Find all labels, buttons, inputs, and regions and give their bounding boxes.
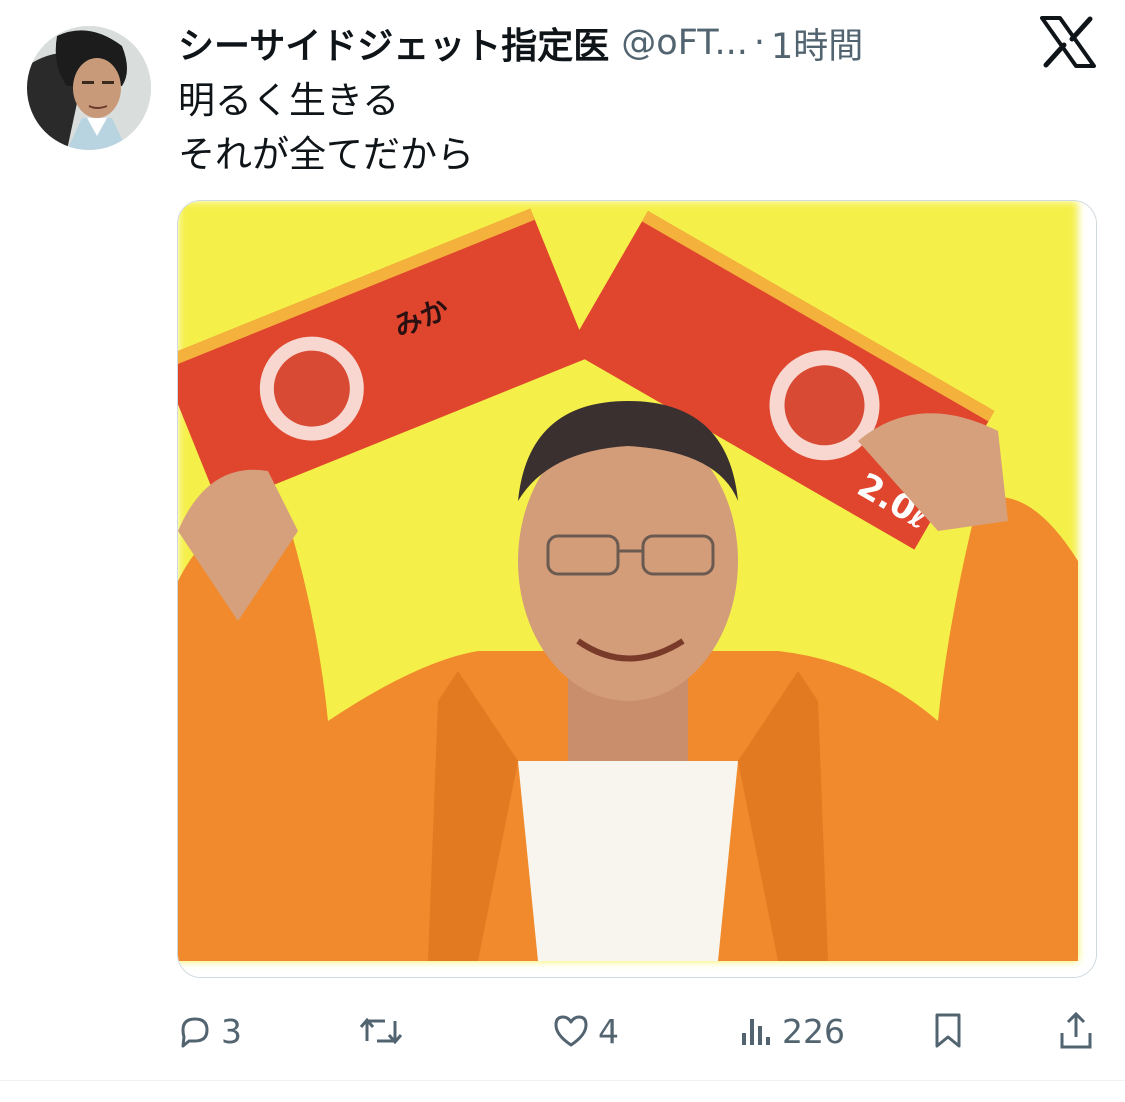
repost-icon [359,1013,403,1049]
x-logo-icon[interactable] [1040,16,1096,68]
reply-count: 3 [221,1011,242,1051]
share-icon [1058,1011,1094,1051]
display-name[interactable]: シーサイドジェット指定医 [178,17,609,69]
share-button[interactable] [1058,1002,1094,1060]
reply-icon [177,1013,213,1049]
like-button[interactable]: 4 [552,1002,619,1060]
tweet[interactable]: シーサイドジェット指定医 @oFT... · 1時間 明るく生きる それが全てだ… [0,0,1125,1102]
repost-button[interactable] [359,1002,411,1060]
bookmark-icon [931,1012,965,1050]
reply-button[interactable]: 3 [177,1002,242,1060]
handle[interactable]: @oFT... [621,23,748,63]
timestamp[interactable]: 1時間 [771,18,863,69]
avatar-image [27,26,151,150]
separator-dot: · [753,23,765,63]
tweet-text: 明るく生きる それが全てだから [178,74,474,182]
tweet-text-line-1: 明るく生きる [178,79,400,122]
like-count: 4 [598,1011,619,1051]
tweet-text-line-2: それが全てだから [178,133,474,176]
media-photo[interactable]: みか 2.0ℓ [177,200,1097,978]
views-icon [740,1013,774,1049]
views-button[interactable]: 226 [740,1002,845,1060]
bookmark-button[interactable] [931,1002,965,1060]
tweet-header: シーサイドジェット指定医 @oFT... · 1時間 [178,18,863,68]
views-count: 226 [782,1011,845,1051]
photo-image: みか 2.0ℓ [178,201,1096,977]
avatar[interactable] [27,26,151,150]
divider [0,1080,1125,1081]
like-icon [552,1013,590,1049]
action-bar: 3 4 226 [0,1002,1125,1060]
